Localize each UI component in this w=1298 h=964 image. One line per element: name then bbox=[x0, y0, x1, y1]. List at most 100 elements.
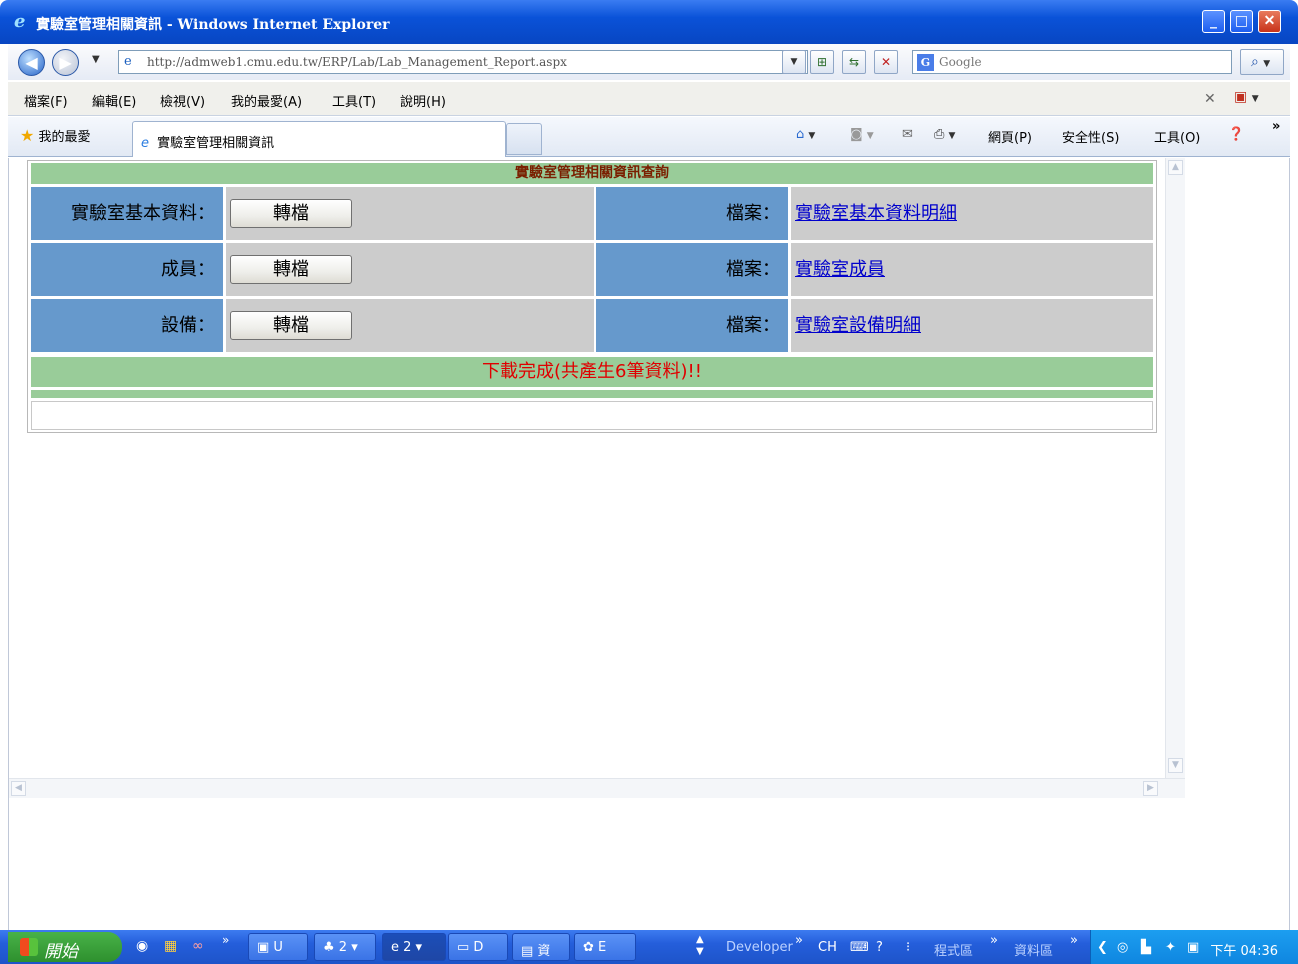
menu-help[interactable]: 說明(H) bbox=[400, 91, 446, 110]
address-toolbar: ◀ ▶ ▼ e http://admweb1.cmu.edu.tw/ERP/La… bbox=[8, 44, 1290, 80]
feeds-icon[interactable]: ◙ ▼ bbox=[850, 127, 874, 142]
row-action-members: 轉檔 bbox=[226, 243, 594, 296]
chevron3-icon[interactable]: » bbox=[1070, 933, 1078, 948]
file-cell-members: 實驗室成員 bbox=[791, 243, 1153, 296]
lab-info-panel: 實驗室管理相關資訊查詢 實驗室基本資料： 轉檔 檔案： 實驗室基本資料明細 成員… bbox=[27, 160, 1157, 433]
taskbar-item-5[interactable]: ▤ 資 bbox=[512, 933, 570, 961]
menu-tools[interactable]: 工具(T) bbox=[332, 91, 376, 110]
taskbar-scroll-icon[interactable]: ▲ ▼ bbox=[696, 934, 704, 958]
taskbar-item-2[interactable]: ♣ 2 ▾ bbox=[314, 933, 376, 961]
toolbar-programs[interactable]: 程式區 bbox=[934, 940, 973, 959]
minimize-button[interactable]: _ bbox=[1202, 10, 1225, 33]
address-input[interactable]: e http://admweb1.cmu.edu.tw/ERP/Lab/Lab_… bbox=[118, 50, 808, 74]
menu-favorites[interactable]: 我的最愛(A) bbox=[231, 91, 302, 110]
tray-monitor-icon[interactable]: ▣ bbox=[1187, 940, 1199, 955]
back-button[interactable]: ◀ bbox=[18, 49, 45, 76]
chevron2-icon[interactable]: » bbox=[990, 933, 998, 948]
file-label-equipment: 檔案： bbox=[596, 299, 788, 352]
file-label-members: 檔案： bbox=[596, 243, 788, 296]
maximize-button[interactable]: □ bbox=[1230, 10, 1253, 33]
clock: 下午 04:36 bbox=[1210, 944, 1278, 959]
vertical-scrollbar[interactable]: ▲ ▼ bbox=[1165, 158, 1185, 778]
quicklaunch-app-icon[interactable]: ▦ bbox=[164, 938, 177, 954]
toolbar-developer[interactable]: Developer bbox=[726, 940, 793, 955]
tab-active[interactable]: e 實驗室管理相關資訊 bbox=[132, 121, 506, 157]
scroll-right-icon[interactable]: ▶ bbox=[1143, 781, 1158, 796]
convert-basic-button[interactable]: 轉檔 bbox=[230, 199, 352, 228]
quicklaunch-ie-icon[interactable]: ◉ bbox=[136, 938, 148, 954]
quicklaunch-more-icon[interactable]: » bbox=[222, 933, 229, 947]
safety-menu[interactable]: 安全性(S) bbox=[1062, 127, 1119, 146]
taskbar: 開始 ◉ ▦ ∞ » ▣ U ♣ 2 ▾ e 2 ▾ ▭ D ▤ 資 ✿ E ▲… bbox=[0, 930, 1298, 964]
window-title: 實驗室管理相關資訊 - Windows Internet Explorer bbox=[36, 17, 390, 33]
tab-ie-icon: e bbox=[141, 136, 149, 151]
favorites-star-icon: ★ bbox=[20, 126, 35, 145]
close-toolbar-icon[interactable]: ✕ bbox=[1204, 91, 1216, 107]
history-dropdown-icon[interactable]: ▼ bbox=[92, 54, 100, 65]
print-icon[interactable]: ⎙ ▼ bbox=[934, 127, 955, 142]
refresh-button[interactable]: ⇆ bbox=[842, 50, 866, 74]
empty-row bbox=[31, 401, 1153, 430]
translate-icon[interactable]: ▣ ▼ bbox=[1234, 89, 1259, 105]
taskbar-item-6[interactable]: ✿ E bbox=[574, 933, 636, 961]
row-label-equipment: 設備： bbox=[31, 299, 223, 352]
new-tab-button[interactable] bbox=[506, 123, 542, 155]
tray-security-icon[interactable]: ✦ bbox=[1165, 940, 1176, 955]
stop-button[interactable]: ✕ bbox=[874, 50, 898, 74]
scroll-up-icon[interactable]: ▲ bbox=[1168, 160, 1183, 175]
address-dropdown-button[interactable]: ▼ bbox=[782, 50, 806, 74]
help-icon[interactable]: ❓ bbox=[1228, 127, 1244, 142]
row-label-basic: 實驗室基本資料： bbox=[31, 187, 223, 240]
home-icon[interactable]: ⌂ ▼ bbox=[796, 127, 815, 142]
file-link-basic[interactable]: 實驗室基本資料明細 bbox=[795, 187, 957, 240]
more-chevron-icon[interactable]: » bbox=[1272, 119, 1280, 134]
search-input[interactable]: G Google bbox=[912, 50, 1232, 74]
file-label-basic: 檔案： bbox=[596, 187, 788, 240]
taskbar-item-4[interactable]: ▭ D bbox=[448, 933, 508, 961]
menu-bar: 檔案(F) 編輯(E) 檢視(V) 我的最愛(A) 工具(T) 說明(H) ✕ … bbox=[8, 82, 1290, 116]
toolbar-data[interactable]: 資料區 bbox=[1014, 940, 1053, 959]
search-button[interactable]: ⌕ ▼ bbox=[1240, 49, 1284, 75]
scroll-down-icon[interactable]: ▼ bbox=[1168, 758, 1183, 773]
file-cell-basic: 實驗室基本資料明細 bbox=[791, 187, 1153, 240]
close-button[interactable]: ✕ bbox=[1258, 10, 1281, 33]
file-link-equipment[interactable]: 實驗室設備明細 bbox=[795, 299, 921, 352]
status-message: 下載完成(共產生6筆資料)!! bbox=[31, 357, 1153, 387]
compatibility-icon[interactable]: ⊞ bbox=[810, 50, 834, 74]
tray-app-icon[interactable]: ◎ bbox=[1117, 940, 1128, 955]
taskbar-item-3[interactable]: e 2 ▾ bbox=[382, 933, 446, 961]
keyboard-icon[interactable]: ⌨ bbox=[850, 940, 869, 955]
address-url: http://admweb1.cmu.edu.tw/ERP/Lab/Lab_Ma… bbox=[147, 55, 567, 69]
ime-options-icon[interactable]: ⁝ bbox=[906, 940, 910, 955]
row-action-equipment: 轉檔 bbox=[226, 299, 594, 352]
ie-logo-icon: e bbox=[14, 11, 26, 32]
scroll-left-icon[interactable]: ◀ bbox=[11, 781, 26, 796]
horizontal-scrollbar[interactable]: ◀ ▶ bbox=[9, 778, 1185, 798]
start-button[interactable]: 開始 bbox=[8, 932, 122, 962]
tools-menu[interactable]: 工具(O) bbox=[1154, 127, 1200, 146]
tray-network-icon[interactable]: ▙ bbox=[1141, 940, 1151, 955]
menu-file[interactable]: 檔案(F) bbox=[24, 91, 68, 110]
page-menu[interactable]: 網頁(P) bbox=[988, 127, 1032, 146]
quicklaunch-app2-icon[interactable]: ∞ bbox=[192, 938, 204, 954]
window-titlebar[interactable]: e 實驗室管理相關資訊 - Windows Internet Explorer … bbox=[0, 0, 1298, 44]
file-link-members[interactable]: 實驗室成員 bbox=[795, 243, 885, 296]
menu-edit[interactable]: 編輯(E) bbox=[92, 91, 136, 110]
tab-bar: ★ 我的最愛 e 實驗室管理相關資訊 ⌂ ▼ ◙ ▼ ✉ ⎙ ▼ 網頁(P) 安… bbox=[8, 117, 1290, 157]
convert-members-button[interactable]: 轉檔 bbox=[230, 255, 352, 284]
system-tray: ❮ ◎ ▙ ✦ ▣ 下午 04:36 bbox=[1090, 930, 1298, 964]
row-label-members: 成員： bbox=[31, 243, 223, 296]
panel-header: 實驗室管理相關資訊查詢 bbox=[31, 163, 1153, 184]
taskbar-item-1[interactable]: ▣ U bbox=[248, 933, 308, 961]
favorites-button[interactable]: ★ 我的最愛 bbox=[20, 126, 91, 145]
forward-button[interactable]: ▶ bbox=[52, 49, 79, 76]
language-indicator[interactable]: CH bbox=[818, 940, 837, 955]
ime-help-icon[interactable]: ? bbox=[876, 940, 883, 955]
chevron-icon[interactable]: » bbox=[795, 933, 803, 948]
convert-equipment-button[interactable]: 轉檔 bbox=[230, 311, 352, 340]
google-icon: G bbox=[917, 54, 934, 71]
mail-icon[interactable]: ✉ bbox=[902, 127, 913, 142]
tray-expand-icon[interactable]: ❮ bbox=[1097, 940, 1108, 955]
menu-view[interactable]: 檢視(V) bbox=[160, 91, 205, 110]
tab-title: 實驗室管理相關資訊 bbox=[157, 136, 275, 151]
